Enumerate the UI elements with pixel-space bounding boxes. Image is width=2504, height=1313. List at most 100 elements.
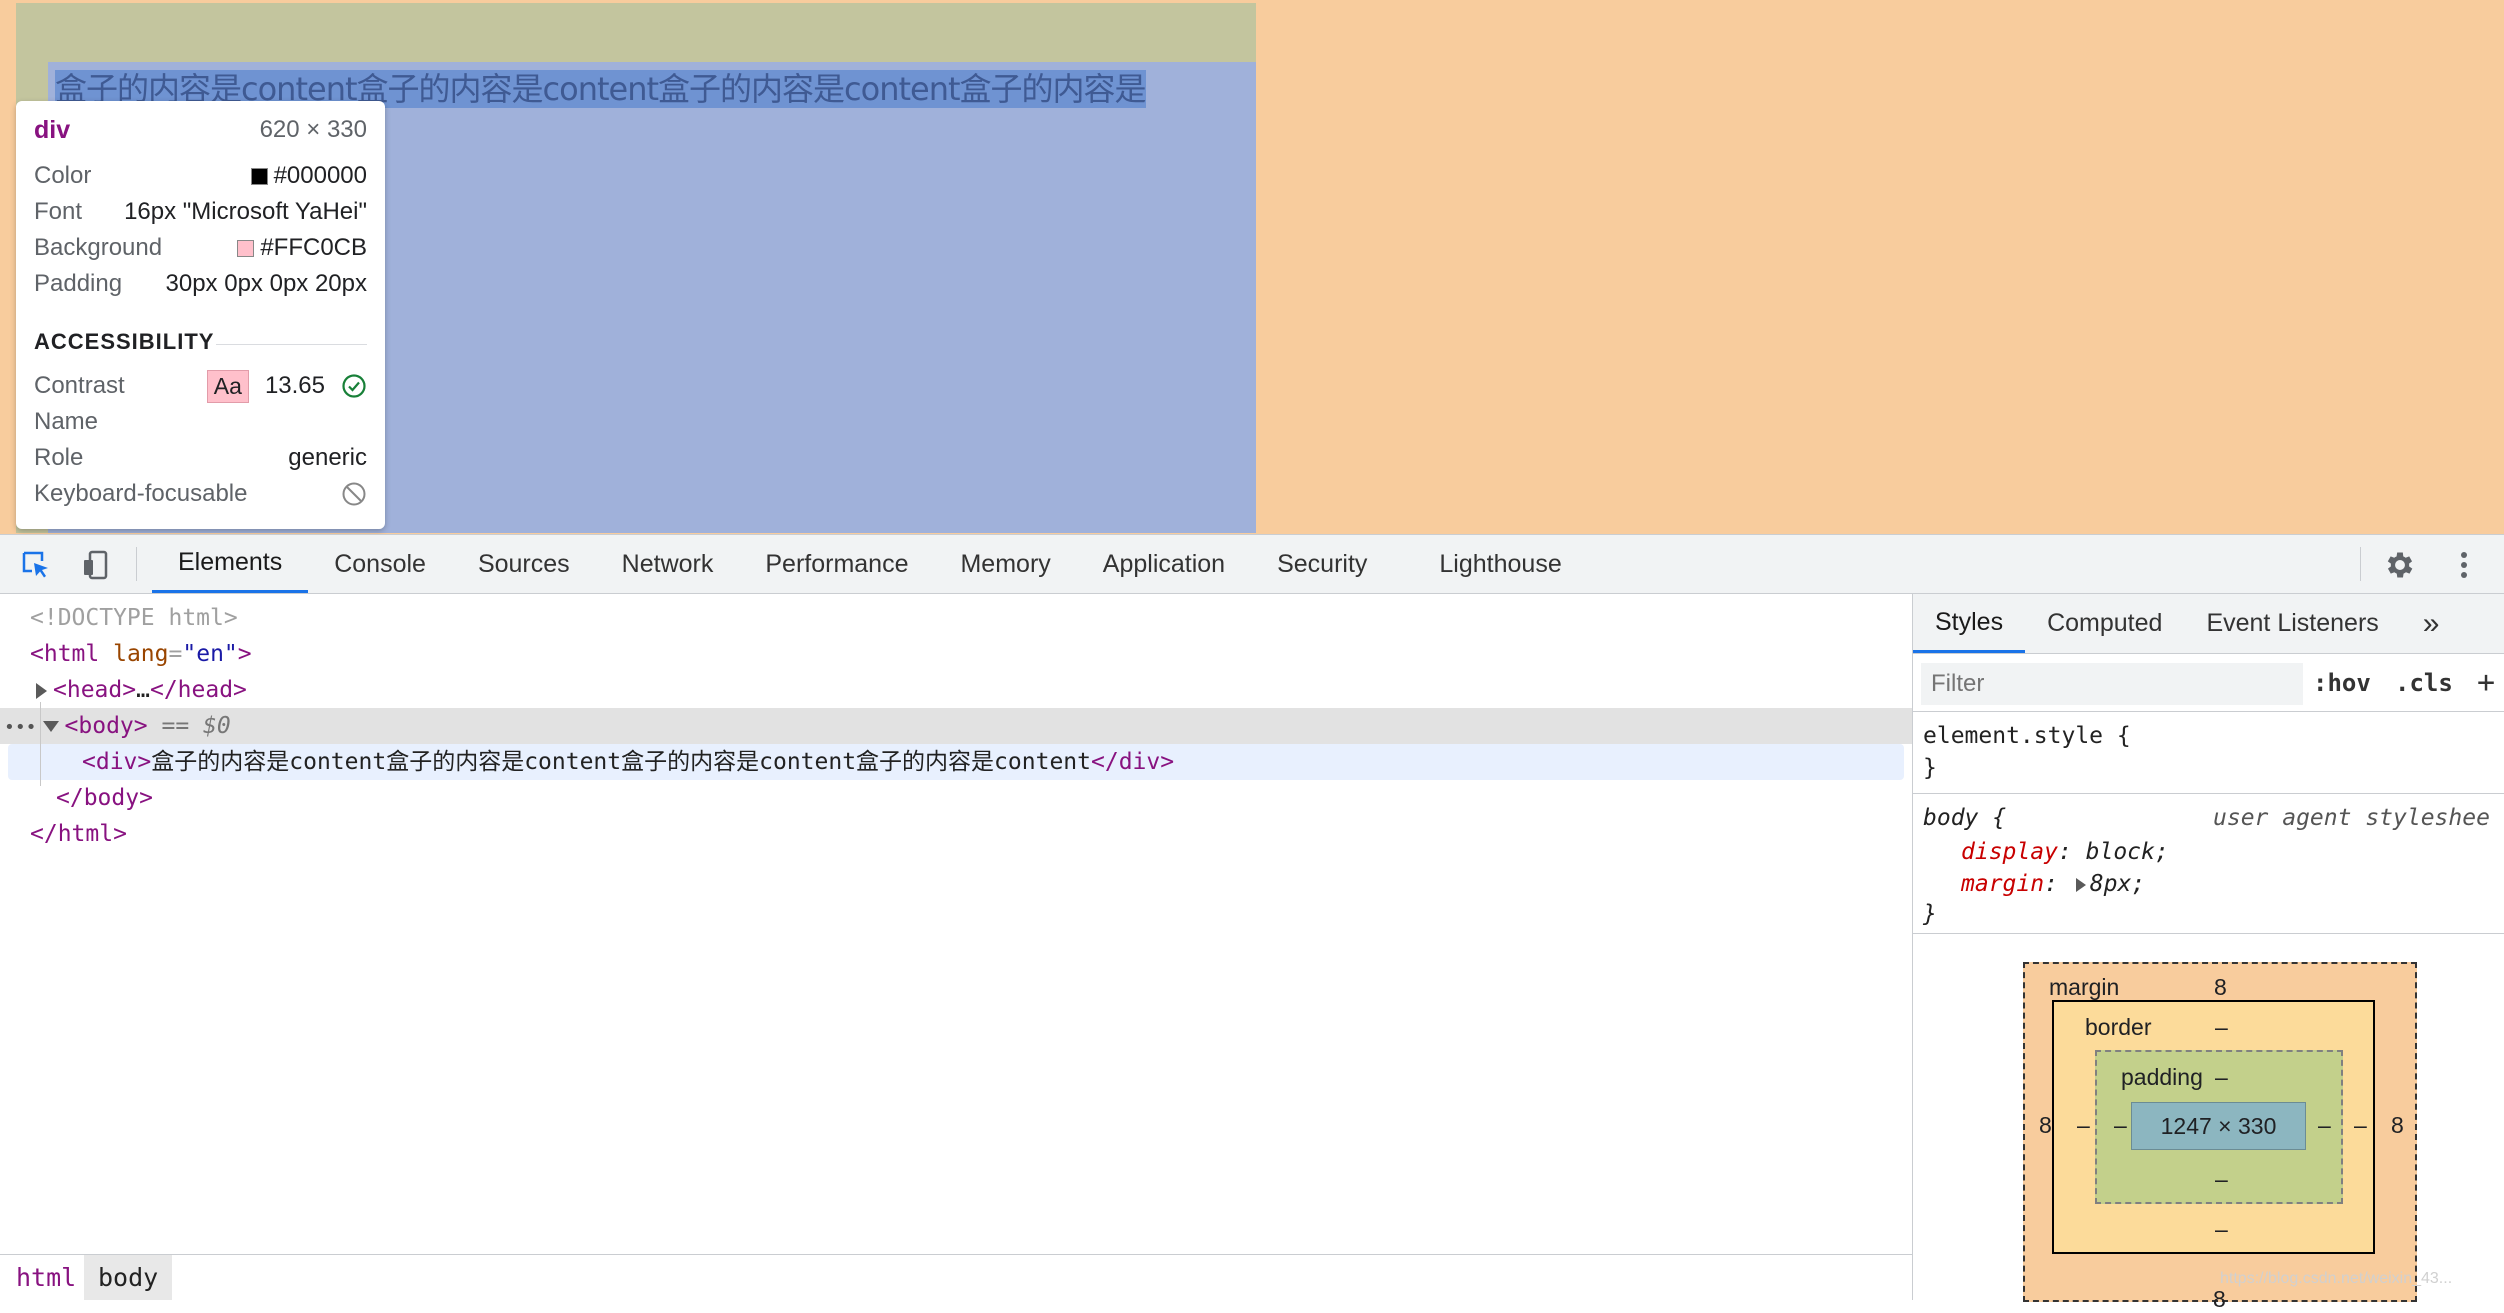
border-bottom-value[interactable]: –	[2215, 1216, 2228, 1243]
tab-performance[interactable]: Performance	[739, 535, 934, 593]
breadcrumb-html[interactable]: html	[2, 1255, 90, 1300]
expand-arrow-icon[interactable]	[2075, 877, 2086, 892]
dots-icon[interactable]: •••	[0, 717, 37, 738]
elements-dom-tree: <!DOCTYPE html> <html lang="en"> <head>……	[0, 594, 1912, 1254]
element-style-rule: element.style { }	[1913, 712, 2504, 794]
more-tabs-icon[interactable]: »	[2401, 594, 2462, 653]
tooltip-value: #000000	[273, 162, 367, 189]
margin-right-value[interactable]: 8	[2391, 1112, 2404, 1139]
tab-security[interactable]: Security	[1251, 535, 1393, 593]
styles-sidebar: Styles Computed Event Listeners » :hov .…	[1912, 594, 2504, 1312]
body-rule: body { user agent styleshee display: blo…	[1913, 794, 2504, 934]
indent-guide	[40, 702, 41, 786]
expand-arrow-icon[interactable]	[36, 682, 47, 699]
padding-left-value[interactable]: –	[2114, 1112, 2127, 1139]
panel-tabs: Elements Console Sources Network Perform…	[152, 535, 1588, 593]
inspect-tooltip: div 620 × 330 Color #000000 Font 16px "M…	[16, 101, 385, 529]
margin-top-value[interactable]: 8	[2214, 974, 2227, 1001]
sidebar-tabs: Styles Computed Event Listeners »	[1913, 594, 2504, 654]
css-value: block;	[2085, 839, 2169, 865]
check-circle-icon	[342, 374, 366, 398]
css-declaration[interactable]: display: block;	[1961, 836, 2169, 868]
selected-marker: == $0	[161, 713, 231, 739]
doctype-text: <!DOCTYPE html>	[30, 605, 238, 631]
accessibility-heading: ACCESSIBILITY	[34, 329, 215, 354]
divider	[216, 344, 367, 345]
tooltip-key: Contrast	[34, 372, 125, 399]
color-swatch	[237, 239, 255, 257]
tooltip-key: Keyboard-focusable	[34, 480, 248, 507]
border-left-value[interactable]: –	[2077, 1112, 2090, 1139]
border-top-value[interactable]: –	[2215, 1014, 2228, 1041]
attr-value: en	[196, 641, 224, 667]
margin-left-value[interactable]: 8	[2039, 1112, 2052, 1139]
tooltip-dimensions: 620 × 330	[259, 116, 367, 143]
tooltip-tag: div	[34, 115, 71, 144]
dom-node-body-close[interactable]: </body>	[0, 780, 1912, 816]
html-tag: html	[43, 641, 100, 667]
margin-label: margin	[2049, 974, 2120, 1000]
tooltip-key: Background	[34, 234, 163, 261]
contrast-value: 13.65	[264, 372, 325, 399]
tab-application[interactable]: Application	[1077, 535, 1251, 593]
tab-lighthouse[interactable]: Lighthouse	[1393, 535, 1587, 593]
padding-bottom-value[interactable]: –	[2215, 1166, 2228, 1193]
attr-name: lang	[113, 641, 169, 667]
padding-top-value[interactable]: –	[2215, 1064, 2228, 1091]
tooltip-key: Role	[34, 444, 84, 471]
border-label: border	[2085, 1014, 2152, 1040]
box-model-content[interactable]: 1247 × 330	[2131, 1102, 2306, 1150]
tab-console[interactable]: Console	[308, 535, 452, 593]
tab-memory[interactable]: Memory	[934, 535, 1076, 593]
tab-computed[interactable]: Computed	[2025, 594, 2184, 653]
dom-node-body[interactable]: ••• <body> == $0	[0, 708, 1912, 744]
device-toolbar-icon[interactable]	[78, 547, 114, 583]
inspect-element-icon[interactable]	[18, 547, 54, 583]
tooltip-value: generic	[288, 444, 367, 471]
filter-input[interactable]	[1921, 663, 2303, 705]
tab-sources[interactable]: Sources	[452, 535, 596, 593]
css-property: margin	[1961, 871, 2045, 897]
tooltip-key: Font	[34, 198, 83, 225]
gear-icon[interactable]	[2382, 547, 2418, 583]
border-right-value[interactable]: –	[2354, 1112, 2367, 1139]
more-options-icon[interactable]	[2446, 547, 2482, 583]
padding-right-value[interactable]: –	[2318, 1112, 2331, 1139]
hov-button[interactable]: :hov	[2313, 664, 2371, 702]
close-brace: }	[1923, 901, 1937, 927]
dom-node-html-close[interactable]: </html>	[0, 816, 1912, 852]
tooltip-row-padding: Padding 30px 0px 0px 20px	[34, 267, 367, 301]
css-property: display	[1961, 839, 2058, 865]
dom-node-html[interactable]: <html lang="en">	[0, 636, 1912, 672]
tab-elements[interactable]: Elements	[152, 535, 309, 593]
tooltip-value: 16px "Microsoft YaHei"	[124, 198, 367, 225]
tooltip-key: Name	[34, 408, 99, 435]
tooltip-row-background: Background #FFC0CB	[34, 231, 367, 265]
tooltip-header: div 620 × 330	[34, 113, 367, 147]
add-rule-button[interactable]: +	[2477, 664, 2495, 702]
breadcrumb-body[interactable]: body	[84, 1255, 173, 1300]
tab-styles[interactable]: Styles	[1913, 594, 2026, 653]
tooltip-row-contrast: Contrast Aa 13.65	[34, 369, 367, 403]
contrast-sample: Aa	[206, 369, 249, 403]
tab-network[interactable]: Network	[596, 535, 740, 593]
cls-button[interactable]: .cls	[2395, 664, 2453, 702]
div-text: 盒子的内容是content盒子的内容是content盒子的内容是content盒…	[151, 749, 1091, 775]
box-model-diagram: 1247 × 330 margin 8 8 8 border – – – – p…	[1913, 934, 2504, 1312]
watermark-text: https://blog.csdn.net/weixin_43...	[2220, 1270, 2453, 1287]
css-value: 8px;	[2089, 871, 2146, 897]
user-agent-label: user agent styleshee	[2213, 805, 2490, 831]
css-declaration[interactable]: margin: 8px;	[1961, 868, 2145, 900]
tooltip-value: 30px 0px 0px 20px	[165, 270, 367, 297]
tooltip-row-font: Font 16px "Microsoft YaHei"	[34, 195, 367, 229]
dom-node-div[interactable]: <div>盒子的内容是content盒子的内容是content盒子的内容是con…	[8, 744, 1904, 780]
dom-node-head[interactable]: <head>…</head>	[0, 672, 1912, 708]
head-ellipsis: …	[136, 677, 150, 703]
body-tag: body	[78, 713, 134, 739]
tooltip-row-name: Name	[34, 405, 367, 439]
element-style-selector: element.style {	[1923, 723, 2131, 749]
tooltip-row-role: Role generic	[34, 441, 367, 475]
collapse-arrow-icon[interactable]	[42, 721, 59, 732]
tab-event-listeners[interactable]: Event Listeners	[2184, 594, 2400, 653]
dom-node-doctype[interactable]: <!DOCTYPE html>	[0, 600, 1912, 636]
